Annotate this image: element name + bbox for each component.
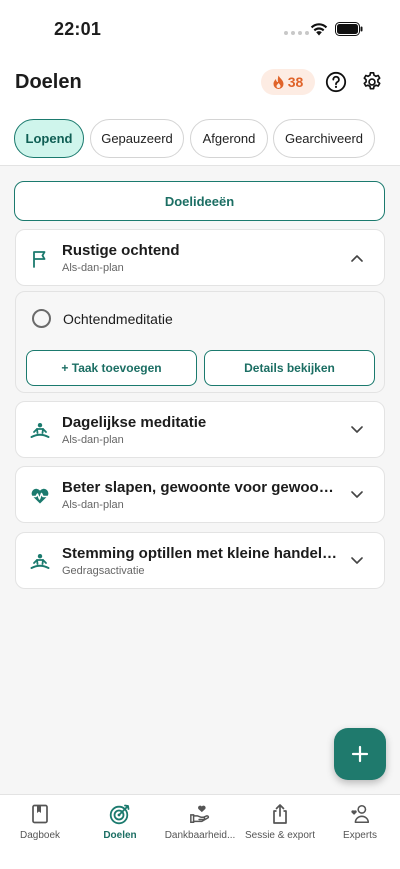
goal-title: Dagelijkse meditatie	[62, 414, 207, 431]
nav-item-experts[interactable]: Experts	[320, 803, 400, 841]
task-label: Ochtendmeditatie	[63, 311, 173, 327]
nav-label: Dankbaarheid...	[164, 830, 236, 841]
chevron-down-icon[interactable]	[350, 423, 364, 437]
experts-icon	[349, 803, 371, 825]
goal-ideas-button[interactable]: Doelideeën	[14, 181, 385, 221]
goal-title: Rustige ochtend	[62, 242, 180, 259]
help-button[interactable]	[324, 70, 348, 94]
nav-item-sessie-export[interactable]: Sessie & export	[240, 803, 320, 841]
chevron-down-icon[interactable]	[350, 554, 364, 568]
status-tabs: Lopend Gepauzeerd Afgerond Gearchiveerd	[0, 108, 400, 166]
chevron-down-icon[interactable]	[350, 488, 364, 502]
goal-subtitle: Gedragsactivatie	[62, 565, 145, 577]
goal-subtitle: Als-dan-plan	[62, 262, 124, 274]
nav-item-doelen[interactable]: Doelen	[80, 803, 160, 841]
goal-card[interactable]: Rustige ochtend Als-dan-plan	[15, 229, 385, 286]
nav-item-dankbaarheid[interactable]: Dankbaarheid...	[160, 803, 240, 841]
nav-label: Doelen	[103, 830, 137, 841]
goal-card[interactable]: Dagelijkse meditatie Als-dan-plan	[15, 401, 385, 458]
goal-expanded-panel: Ochtendmeditatie + Taak toevoegen Detail…	[15, 291, 385, 393]
flame-icon	[273, 75, 284, 89]
app-header: Doelen 38	[0, 56, 400, 108]
signal-dots-icon	[284, 31, 309, 35]
streak-count: 38	[287, 74, 304, 90]
goal-title: Beter slapen, gewoonte voor gewoonte	[62, 479, 338, 496]
tab-gearchiveerd[interactable]: Gearchiveerd	[273, 119, 375, 158]
goal-card[interactable]: Beter slapen, gewoonte voor gewoonte Als…	[15, 466, 385, 523]
chevron-up-icon[interactable]	[350, 251, 364, 265]
task-checkbox[interactable]	[32, 309, 51, 328]
settings-button[interactable]	[360, 70, 384, 94]
gratitude-icon	[189, 803, 211, 825]
goal-subtitle: Als-dan-plan	[62, 434, 124, 446]
goal-card[interactable]: Stemming optillen met kleine handeli... …	[15, 532, 385, 589]
tab-gepauzeerd[interactable]: Gepauzeerd	[90, 119, 184, 158]
nav-item-dagboek[interactable]: Dagboek	[0, 803, 80, 841]
wifi-icon	[310, 23, 328, 36]
tab-lopend[interactable]: Lopend	[14, 119, 84, 158]
view-details-button[interactable]: Details bekijken	[204, 350, 375, 386]
book-icon	[29, 803, 51, 825]
meditation-icon	[30, 552, 50, 572]
add-task-button[interactable]: + Taak toevoegen	[26, 350, 197, 386]
streak-badge[interactable]: 38	[261, 69, 315, 95]
status-time: 22:01	[54, 19, 102, 39]
target-icon	[109, 803, 131, 825]
share-icon	[269, 803, 291, 825]
bottom-nav: Dagboek Doelen Dankbaarheid... Sessie & …	[0, 794, 400, 869]
tab-afgerond[interactable]: Afgerond	[190, 119, 268, 158]
help-icon	[325, 71, 347, 93]
goal-subtitle: Als-dan-plan	[62, 499, 124, 511]
nav-label: Dagboek	[19, 830, 61, 841]
status-bar: 22:01	[0, 0, 400, 56]
gear-icon	[363, 72, 381, 90]
add-goal-button[interactable]	[334, 728, 386, 780]
goal-title: Stemming optillen met kleine handeli...	[62, 545, 338, 562]
heartbeat-icon	[30, 486, 50, 506]
nav-label: Sessie & export	[244, 830, 316, 841]
page-title: Doelen	[15, 71, 82, 93]
flag-icon	[30, 249, 50, 269]
meditation-icon	[30, 421, 50, 441]
plus-icon	[351, 745, 369, 763]
battery-icon	[335, 22, 363, 36]
nav-label: Experts	[343, 830, 377, 841]
